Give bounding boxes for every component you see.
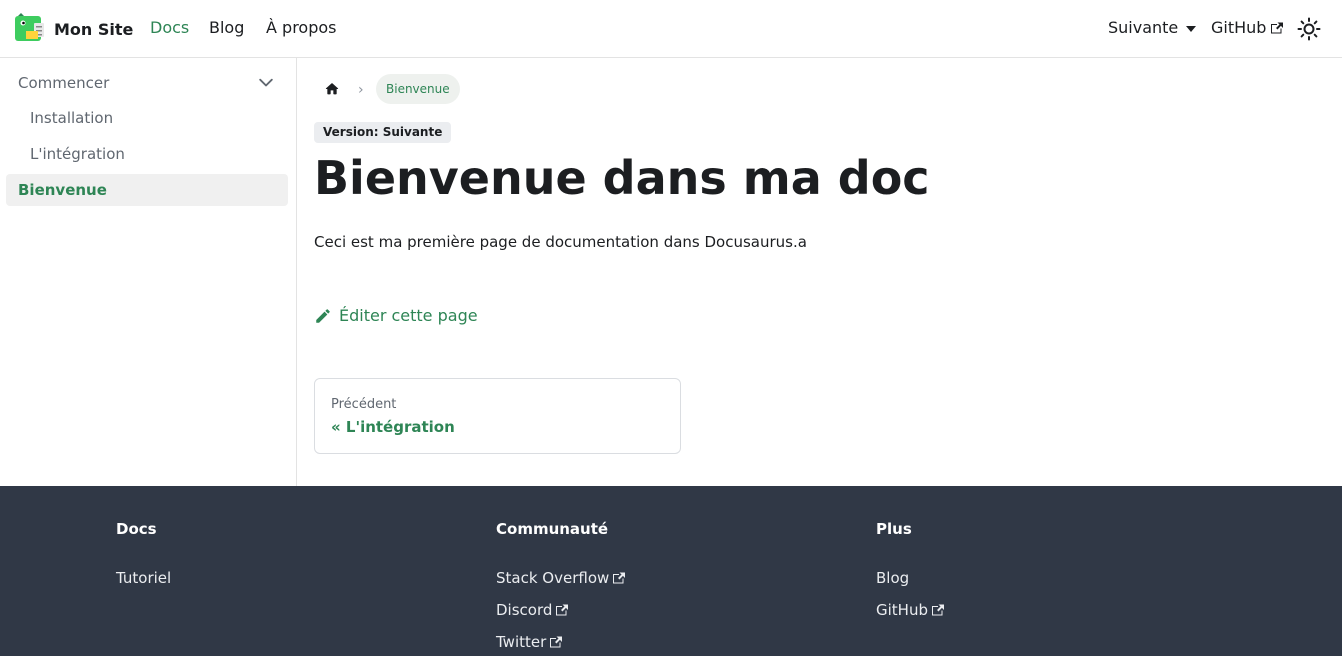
breadcrumb-current: Bienvenue bbox=[376, 74, 460, 104]
footer-link-label: Discord bbox=[496, 601, 553, 619]
sidebar-item-installation[interactable]: Installation bbox=[30, 109, 113, 127]
pagination-previous-label: « L'intégration bbox=[331, 418, 455, 436]
pagination-previous-sublabel: Précédent bbox=[331, 397, 397, 412]
version-badge: Version: Suivante bbox=[314, 122, 452, 143]
doc-main: › Bienvenue Version: Suivante Bienvenue … bbox=[298, 58, 1342, 486]
footer-link-stackoverflow[interactable]: Stack Overflow bbox=[496, 562, 626, 594]
footer-link-label: Stack Overflow bbox=[496, 569, 610, 587]
footer-link-discord[interactable]: Discord bbox=[496, 594, 625, 626]
nav-github-label: GitHub bbox=[1211, 18, 1267, 37]
footer-column-title: Plus bbox=[876, 520, 912, 538]
footer-column-plus: Plus Blog GitHub bbox=[876, 520, 944, 626]
nav-about[interactable]: À propos bbox=[266, 18, 336, 37]
docs-sidebar: Commencer Installation L'intégration Bie… bbox=[0, 58, 297, 486]
external-link-icon bbox=[556, 604, 569, 616]
dinosaur-logo-icon bbox=[15, 13, 44, 41]
pencil-icon bbox=[316, 308, 330, 323]
page-title: Bienvenue dans ma doc bbox=[314, 151, 930, 205]
external-link-icon bbox=[550, 636, 563, 648]
external-link-icon bbox=[931, 604, 944, 616]
footer-column-title: Docs bbox=[116, 520, 157, 538]
edit-page-label: Éditer cette page bbox=[339, 306, 478, 325]
footer-link-twitter[interactable]: Twitter bbox=[496, 626, 625, 658]
sidebar-category-commencer[interactable]: Commencer bbox=[18, 73, 276, 93]
nav-docs[interactable]: Docs bbox=[150, 18, 189, 37]
footer-link-tutoriel[interactable]: Tutoriel bbox=[116, 562, 171, 594]
external-link-icon bbox=[1271, 22, 1284, 33]
home-icon bbox=[325, 83, 339, 95]
footer-link-label: Twitter bbox=[496, 633, 547, 651]
brand-link[interactable]: Mon Site bbox=[14, 13, 133, 45]
nav-blog[interactable]: Blog bbox=[209, 18, 244, 37]
footer-column-docs: Docs Tutoriel bbox=[116, 520, 171, 594]
footer-column-title: Communauté bbox=[496, 520, 609, 538]
page-body-text: Ceci est ma première page de documentati… bbox=[314, 233, 807, 251]
caret-down-icon bbox=[1186, 25, 1197, 32]
breadcrumb-separator-icon: › bbox=[358, 82, 364, 98]
sidebar-item-integration[interactable]: L'intégration bbox=[30, 145, 125, 163]
sidebar-category-label: Commencer bbox=[18, 74, 110, 92]
breadcrumb-home-link[interactable] bbox=[324, 81, 340, 97]
sidebar-item-bienvenue[interactable]: Bienvenue bbox=[6, 174, 288, 206]
edit-page-link[interactable]: Éditer cette page bbox=[314, 306, 478, 325]
theme-toggle-button[interactable] bbox=[1297, 17, 1321, 41]
footer-column-community: Communauté Stack Overflow Discord Twitte… bbox=[496, 520, 626, 658]
nav-github[interactable]: GitHub bbox=[1211, 18, 1284, 37]
footer-link-github[interactable]: GitHub bbox=[876, 594, 944, 626]
footer-link-label: GitHub bbox=[876, 601, 928, 619]
footer-link-blog[interactable]: Blog bbox=[876, 562, 944, 594]
external-link-icon bbox=[613, 572, 626, 584]
site-title: Mon Site bbox=[54, 19, 134, 39]
pagination-previous[interactable]: Précédent « L'intégration bbox=[314, 378, 681, 454]
version-dropdown[interactable]: Suivante bbox=[1108, 18, 1197, 37]
navbar: Mon Site Docs Blog À propos Suivante Git… bbox=[0, 0, 1342, 58]
version-dropdown-label: Suivante bbox=[1108, 18, 1179, 37]
footer: Docs Tutoriel Communauté Stack Overflow … bbox=[0, 486, 1342, 656]
sun-icon bbox=[1297, 17, 1321, 41]
chevron-down-icon[interactable] bbox=[256, 73, 276, 93]
